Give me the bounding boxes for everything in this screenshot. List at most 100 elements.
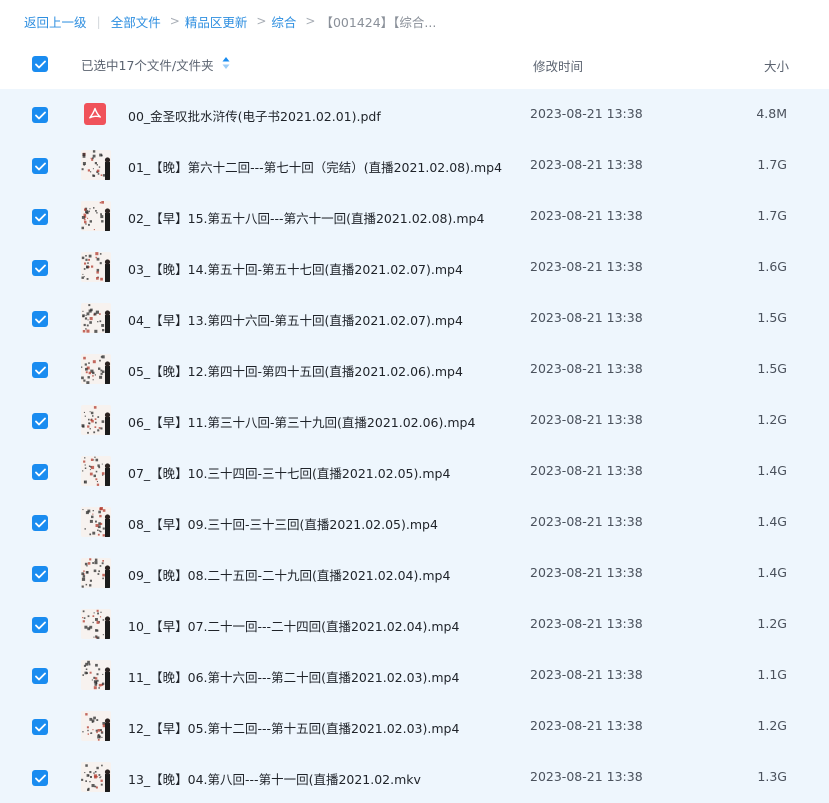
checkmark-icon: [34, 519, 46, 527]
list-header: 已选中17个文件/文件夹 修改时间 大小: [0, 40, 829, 88]
file-row[interactable]: 04_【早】13.第四十六回-第五十回(直播2021.02.07).mp4 202…: [0, 293, 829, 344]
file-row[interactable]: 01_【晚】第六十二回---第七十回（完结）(直播2021.02.08).mp4…: [0, 140, 829, 191]
video-thumbnail: [81, 201, 111, 231]
file-checkbox[interactable]: [32, 515, 48, 531]
file-name[interactable]: 00_金圣叹批水浒传(电子书2021.02.01).pdf: [128, 106, 381, 125]
file-checkbox[interactable]: [32, 311, 48, 327]
checkmark-icon: [34, 672, 46, 680]
breadcrumb-back-link[interactable]: 返回上一级: [24, 12, 87, 31]
file-row[interactable]: 02_【早】15.第五十八回---第六十一回(直播2021.02.08).mp4…: [0, 191, 829, 242]
file-name[interactable]: 09_【晚】08.二十五回-二十九回(直播2021.02.04).mp4: [128, 565, 450, 584]
video-thumbnail: [81, 762, 111, 792]
file-checkbox[interactable]: [32, 260, 48, 276]
breadcrumb-all-files-link[interactable]: 全部文件: [111, 12, 161, 31]
file-checkbox[interactable]: [32, 770, 48, 786]
select-all-checkbox[interactable]: [32, 56, 48, 72]
file-size: 4.8M: [756, 106, 787, 121]
file-modified-time: 2023-08-21 13:38: [530, 616, 643, 631]
chevron-right-icon: >: [305, 14, 316, 28]
breadcrumb-premium-link[interactable]: 精品区更新: [185, 12, 248, 31]
checkmark-icon: [34, 468, 46, 476]
file-checkbox[interactable]: [32, 617, 48, 633]
file-name[interactable]: 02_【早】15.第五十八回---第六十一回(直播2021.02.08).mp4: [128, 208, 484, 227]
video-thumbnail: [81, 354, 111, 384]
file-modified-time: 2023-08-21 13:38: [530, 208, 643, 223]
file-size: 1.4G: [757, 565, 787, 580]
breadcrumb-category-link[interactable]: 综合: [271, 12, 296, 31]
checkmark-icon: [34, 162, 46, 170]
file-row[interactable]: 09_【晚】08.二十五回-二十九回(直播2021.02.04).mp4 2023…: [0, 548, 829, 599]
file-size: 1.7G: [757, 157, 787, 172]
checkmark-icon: [34, 315, 46, 323]
file-row[interactable]: 11_【晚】06.第十六回---第二十回(直播2021.02.03).mp4 20…: [0, 650, 829, 701]
file-modified-time: 2023-08-21 13:38: [530, 463, 643, 478]
checkmark-icon: [34, 417, 46, 425]
video-thumbnail: [81, 558, 111, 588]
file-row[interactable]: 06_【早】11.第三十八回-第三十九回(直播2021.02.06).mp4 20…: [0, 395, 829, 446]
file-row[interactable]: 07_【晚】10.三十四回-三十七回(直播2021.02.05).mp4 2023…: [0, 446, 829, 497]
sort-icon[interactable]: [222, 56, 230, 73]
file-size: 1.7G: [757, 208, 787, 223]
file-name[interactable]: 08_【早】09.三十回-三十三回(直播2021.02.05).mp4: [128, 514, 438, 533]
file-checkbox[interactable]: [32, 566, 48, 582]
file-row[interactable]: 12_【早】05.第十二回---第十五回(直播2021.02.03).mp4 20…: [0, 701, 829, 752]
file-modified-time: 2023-08-21 13:38: [530, 412, 643, 427]
file-checkbox[interactable]: [32, 719, 48, 735]
file-checkbox[interactable]: [32, 413, 48, 429]
file-modified-time: 2023-08-21 13:38: [530, 106, 643, 121]
file-modified-time: 2023-08-21 13:38: [530, 514, 643, 529]
file-size: 1.1G: [757, 667, 787, 682]
file-modified-time: 2023-08-21 13:38: [530, 718, 643, 733]
file-name[interactable]: 10_【早】07.二十一回---二十四回(直播2021.02.04).mp4: [128, 616, 459, 635]
file-checkbox[interactable]: [32, 362, 48, 378]
file-checkbox[interactable]: [32, 668, 48, 684]
video-thumbnail: [81, 303, 111, 333]
selection-count-label: 已选中17个文件/文件夹: [81, 58, 214, 73]
file-size: 1.4G: [757, 514, 787, 529]
file-size: 1.5G: [757, 361, 787, 376]
file-name[interactable]: 01_【晚】第六十二回---第七十回（完结）(直播2021.02.08).mp4: [128, 157, 502, 176]
file-name[interactable]: 13_【晚】04.第八回---第十一回(直播2021.02.mkv: [128, 769, 421, 788]
video-thumbnail: [81, 660, 111, 690]
file-name[interactable]: 04_【早】13.第四十六回-第五十回(直播2021.02.07).mp4: [128, 310, 463, 329]
checkmark-icon: [34, 723, 46, 731]
checkmark-icon: [34, 621, 46, 629]
breadcrumb: 返回上一级 | 全部文件 > 精品区更新 > 综合 > 【001424】【综合.…: [24, 10, 436, 32]
file-row[interactable]: 03_【晚】14.第五十回-第五十七回(直播2021.02.07).mp4 202…: [0, 242, 829, 293]
file-row[interactable]: 00_金圣叹批水浒传(电子书2021.02.01).pdf 2023-08-21 …: [0, 89, 829, 140]
file-name[interactable]: 05_【晚】12.第四十回-第四十五回(直播2021.02.06).mp4: [128, 361, 463, 380]
modified-time-header[interactable]: 修改时间: [533, 56, 583, 75]
file-list: 00_金圣叹批水浒传(电子书2021.02.01).pdf 2023-08-21 …: [0, 89, 829, 803]
file-size: 1.2G: [757, 412, 787, 427]
file-modified-time: 2023-08-21 13:38: [530, 667, 643, 682]
selection-count-header[interactable]: 已选中17个文件/文件夹: [81, 55, 230, 74]
checkmark-icon: [34, 366, 46, 374]
file-row[interactable]: 05_【晚】12.第四十回-第四十五回(直播2021.02.06).mp4 202…: [0, 344, 829, 395]
file-checkbox[interactable]: [32, 209, 48, 225]
video-thumbnail: [81, 456, 111, 486]
file-row[interactable]: 08_【早】09.三十回-三十三回(直播2021.02.05).mp4 2023-…: [0, 497, 829, 548]
file-name[interactable]: 12_【早】05.第十二回---第十五回(直播2021.02.03).mp4: [128, 718, 459, 737]
video-thumbnail: [81, 609, 111, 639]
file-row[interactable]: 13_【晚】04.第八回---第十一回(直播2021.02.mkv 2023-08…: [0, 752, 829, 803]
file-name[interactable]: 06_【早】11.第三十八回-第三十九回(直播2021.02.06).mp4: [128, 412, 475, 431]
file-checkbox[interactable]: [32, 464, 48, 480]
checkmark-icon: [34, 60, 46, 68]
file-checkbox[interactable]: [32, 158, 48, 174]
file-checkbox[interactable]: [32, 107, 48, 123]
file-row[interactable]: 10_【早】07.二十一回---二十四回(直播2021.02.04).mp4 20…: [0, 599, 829, 650]
pdf-icon: [84, 103, 106, 125]
video-thumbnail: [81, 252, 111, 282]
breadcrumb-divider: |: [96, 13, 101, 29]
file-size: 1.4G: [757, 463, 787, 478]
file-modified-time: 2023-08-21 13:38: [530, 769, 643, 784]
file-name[interactable]: 07_【晚】10.三十四回-三十七回(直播2021.02.05).mp4: [128, 463, 450, 482]
checkmark-icon: [34, 213, 46, 221]
file-modified-time: 2023-08-21 13:38: [530, 157, 643, 172]
file-modified-time: 2023-08-21 13:38: [530, 565, 643, 580]
size-header[interactable]: 大小: [764, 56, 789, 75]
file-size: 1.2G: [757, 718, 787, 733]
file-size: 1.2G: [757, 616, 787, 631]
file-name[interactable]: 03_【晚】14.第五十回-第五十七回(直播2021.02.07).mp4: [128, 259, 463, 278]
file-name[interactable]: 11_【晚】06.第十六回---第二十回(直播2021.02.03).mp4: [128, 667, 459, 686]
